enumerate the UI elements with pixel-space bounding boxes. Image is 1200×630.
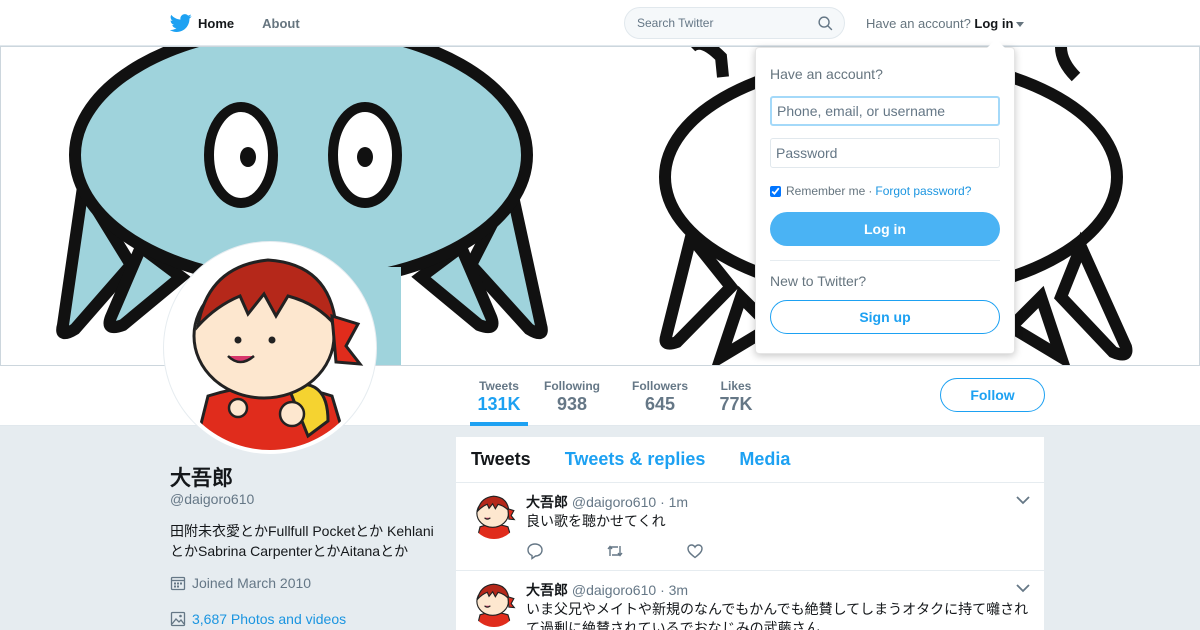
tweet-time[interactable]: 3m: [669, 582, 688, 598]
have-account-label: Have an account?: [866, 16, 971, 31]
calendar-icon: [170, 576, 186, 591]
tweet[interactable]: 大吾郎 @daigoro610 · 3m いま父兄やメイトや新規のなんでもかんで…: [456, 571, 1044, 630]
login-button[interactable]: Log in: [770, 212, 1000, 246]
joined-date: Joined March 2010: [170, 575, 311, 591]
nav-links: Home About: [170, 0, 328, 46]
tab-tweets-replies[interactable]: Tweets & replies: [565, 449, 706, 470]
caret-down-icon: [1016, 22, 1025, 28]
nav-home-label: Home: [198, 15, 235, 31]
top-nav: Home About Have an account? Log in: [0, 0, 1200, 46]
stat-tweets-label: Tweets: [479, 379, 519, 393]
have-account: Have an account? Log in: [866, 16, 1025, 31]
tweet-separator: ·: [660, 582, 665, 598]
login-toggle-label: Log in: [974, 16, 1014, 31]
photos-link[interactable]: 3,687 Photos and videos: [170, 611, 346, 627]
retweet-icon: [607, 545, 623, 557]
stat-likes-label: Likes: [720, 379, 752, 393]
timeline: Tweets Tweets & replies Media 大吾郎 @daigo…: [456, 437, 1044, 630]
stat-likes-value: 77K: [719, 394, 753, 414]
retweet-button[interactable]: [606, 542, 686, 560]
tab-tweets[interactable]: Tweets: [471, 449, 531, 470]
bio-line: 田附未衣愛とかFullfull Pocketとか Kehlani: [170, 523, 434, 539]
stat-followers[interactable]: Followers 645: [631, 366, 689, 426]
tweet[interactable]: 大吾郎 @daigoro610 · 1m 良い歌を聴かせてくれ: [456, 483, 1044, 571]
reply-icon: [527, 543, 543, 560]
tweet-avatar-image: [471, 493, 517, 539]
tab-media[interactable]: Media: [739, 449, 790, 470]
nav-home[interactable]: Home: [170, 12, 234, 34]
tweet-separator: ·: [660, 494, 665, 510]
divider: [770, 260, 1000, 261]
nav-about[interactable]: About: [262, 16, 300, 31]
remember-checkbox[interactable]: [770, 185, 781, 197]
bio-line: とかSabrina CarpenterとかAitanaとか: [170, 543, 409, 559]
signup-button[interactable]: Sign up: [770, 300, 1000, 334]
tweet-actions: [526, 542, 766, 560]
login-dropdown: Have an account? Remember me · Forgot pa…: [755, 39, 1015, 354]
search-box[interactable]: [624, 7, 845, 39]
profile-bio: 田附未衣愛とかFullfull Pocketとか Kehlani とかSabri…: [170, 521, 440, 561]
forgot-password-link[interactable]: Forgot password?: [875, 184, 971, 198]
photo-icon: [170, 611, 186, 627]
profile-name[interactable]: 大吾郎: [170, 462, 233, 492]
profile-handle[interactable]: @daigoro610: [170, 491, 254, 507]
tweet-author-name[interactable]: 大吾郎: [526, 494, 568, 510]
stat-following-value: 938: [556, 394, 588, 414]
tweet-author-handle[interactable]: @daigoro610: [572, 494, 656, 510]
tweet-time[interactable]: 1m: [669, 494, 688, 510]
tweet-author-handle[interactable]: @daigoro610: [572, 582, 656, 598]
tweet-avatar[interactable]: [471, 493, 517, 539]
timeline-tabs: Tweets Tweets & replies Media: [456, 437, 1044, 483]
reply-button[interactable]: [526, 542, 606, 560]
stat-followers-label: Followers: [631, 379, 688, 393]
tweet-header: 大吾郎 @daigoro610 · 3m: [526, 580, 688, 600]
follow-button[interactable]: Follow: [940, 378, 1045, 412]
dropdown-title: Have an account?: [770, 66, 883, 82]
stat-tweets[interactable]: Tweets 131K: [470, 366, 528, 426]
like-button[interactable]: [686, 542, 766, 560]
username-field[interactable]: [770, 96, 1000, 126]
new-to-twitter: New to Twitter?: [770, 273, 867, 289]
search-icon[interactable]: [817, 15, 834, 32]
stat-tweets-value: 131K: [477, 394, 521, 414]
like-icon: [687, 544, 703, 559]
avatar-image: [168, 246, 372, 450]
joined-text: Joined March 2010: [192, 575, 312, 591]
chevron-down-icon[interactable]: [1016, 583, 1030, 593]
avatar[interactable]: [164, 242, 376, 454]
remember-label[interactable]: Remember me: [786, 184, 865, 198]
password-field[interactable]: [770, 138, 1000, 168]
search-input[interactable]: [637, 16, 807, 30]
remember-separator: ·: [868, 184, 873, 198]
stat-following[interactable]: Following 938: [543, 366, 601, 426]
tweet-author-name[interactable]: 大吾郎: [526, 582, 568, 598]
dropdown-arrow: [987, 39, 1005, 48]
nav-about-label: About: [262, 15, 300, 31]
tweet-text: 良い歌を聴かせてくれ: [526, 513, 666, 529]
photos-text: 3,687 Photos and videos: [192, 611, 347, 627]
tweet-avatar-image: [471, 581, 517, 627]
remember-row: Remember me · Forgot password?: [770, 184, 971, 198]
tweet-header: 大吾郎 @daigoro610 · 1m: [526, 492, 688, 512]
login-dropdown-toggle[interactable]: Log in: [974, 16, 1025, 31]
stat-likes[interactable]: Likes 77K: [719, 366, 753, 426]
tweet-avatar[interactable]: [471, 581, 517, 627]
chevron-down-icon[interactable]: [1016, 495, 1030, 505]
stat-following-label: Following: [544, 379, 600, 393]
tweet-text: いま父兄やメイトや新規のなんでもかんでも絶賛してしまうオタクに持て囃されて過剰に…: [526, 601, 1029, 630]
stat-followers-value: 645: [644, 394, 676, 414]
twitter-bird-icon: [170, 14, 192, 32]
